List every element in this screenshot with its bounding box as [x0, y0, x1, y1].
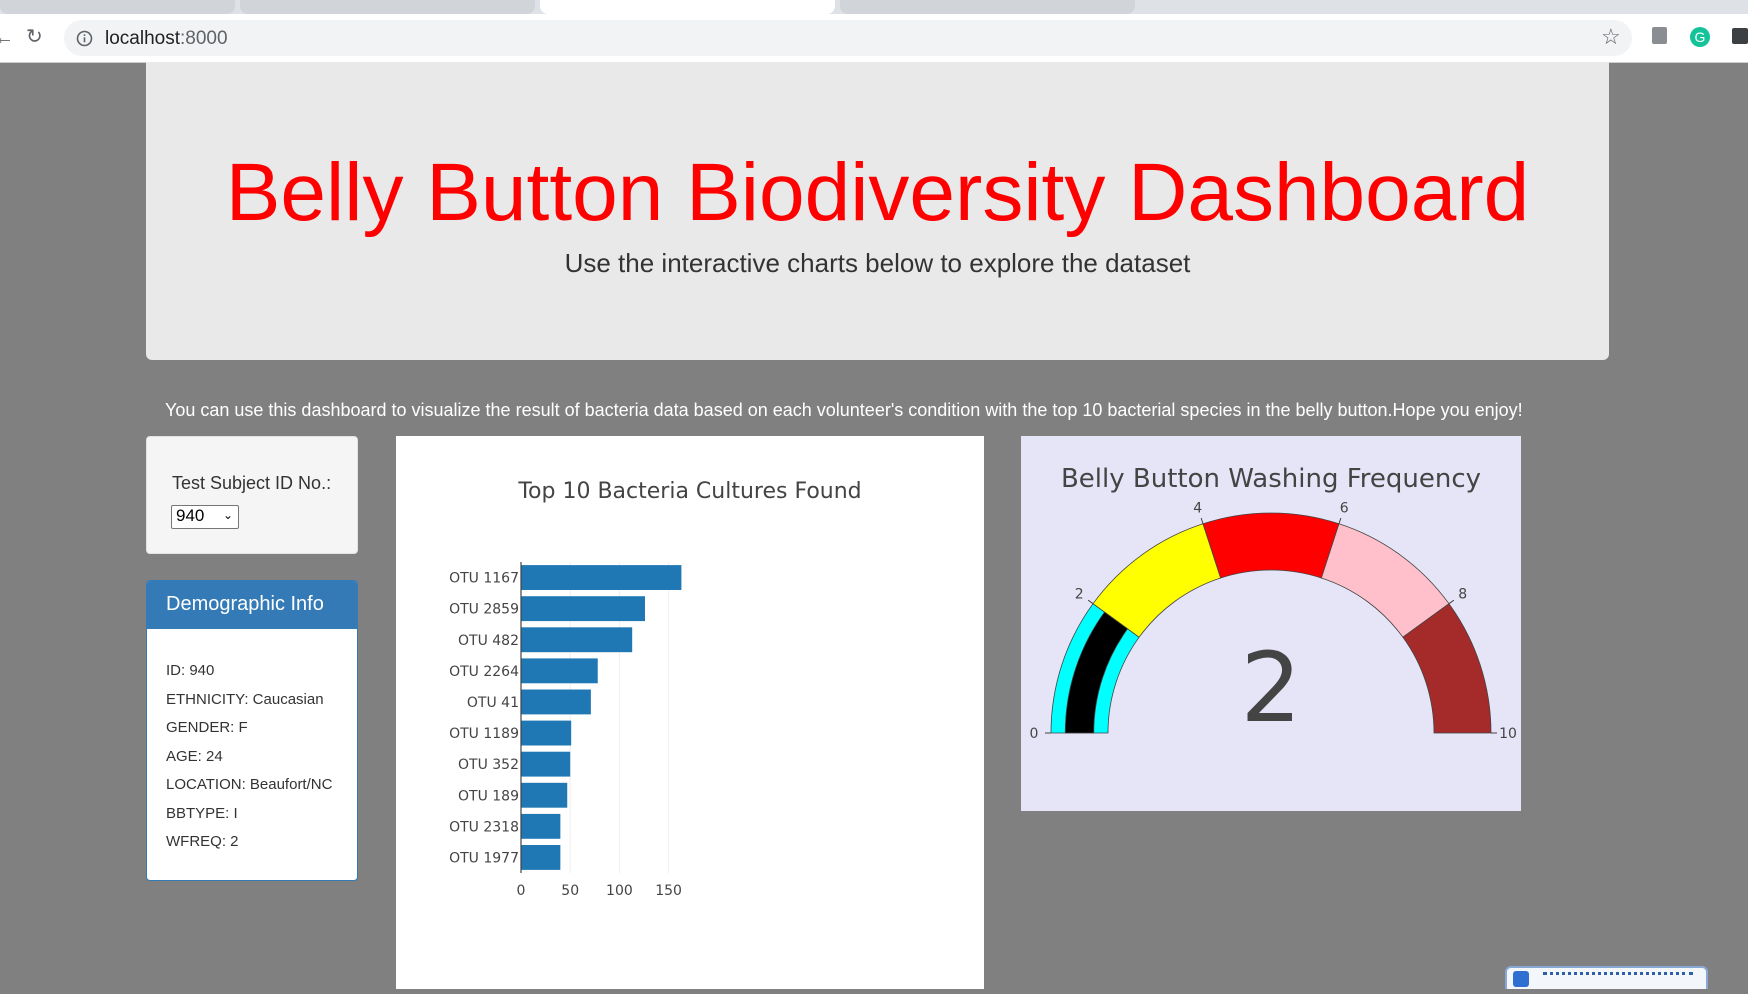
bar[interactable]	[521, 720, 572, 746]
subject-id-select[interactable]: 940 ⌄	[171, 505, 239, 529]
ime-search-icon[interactable]	[1513, 971, 1529, 987]
demographic-item: AGE: 24	[166, 747, 223, 765]
bar[interactable]	[521, 627, 633, 653]
gauge-chart-title: Belly Button Washing Frequency	[1061, 464, 1481, 494]
bar[interactable]	[521, 813, 561, 839]
browser-tab[interactable]	[0, 0, 235, 14]
browser-tab[interactable]	[840, 0, 1135, 14]
page-subtitle: Use the interactive charts below to expl…	[564, 248, 1191, 278]
y-tick-label: OTU 482	[458, 633, 519, 649]
address-bar[interactable]: localhost:8000 ☆	[64, 20, 1632, 56]
y-tick-label: OTU 41	[467, 695, 519, 711]
bar-chart-title: Top 10 Bacteria Cultures Found	[517, 479, 861, 504]
demographic-body: ID: 940 ETHNICITY: Caucasian GENDER: F A…	[147, 629, 357, 857]
x-tick-label: 50	[561, 883, 579, 899]
puzzle-extensions-icon[interactable]	[1732, 28, 1748, 44]
tab-strip	[0, 0, 1748, 14]
gauge-tick-label: 6	[1340, 501, 1349, 517]
x-tick-label: 0	[517, 883, 526, 899]
chevron-down-icon: ⌄	[222, 508, 233, 522]
gauge-tick-label: 2	[1075, 587, 1084, 603]
subject-id-label: Test Subject ID No.:	[172, 473, 332, 493]
back-icon[interactable]: ←	[0, 28, 14, 48]
y-tick-label: OTU 1977	[449, 850, 519, 866]
bookmark-star-icon[interactable]: ☆	[1601, 26, 1621, 48]
demographic-heading: Demographic Info	[147, 581, 357, 629]
subject-selector-well: Test Subject ID No.: 940 ⌄	[146, 436, 358, 554]
grammarly-icon[interactable]: G	[1690, 27, 1710, 47]
y-tick-label: OTU 352	[458, 757, 519, 773]
gauge-tick-label: 10	[1499, 726, 1517, 742]
page-title: Belly Button Biodiversity Dashboard	[225, 147, 1530, 238]
bar[interactable]	[521, 751, 571, 777]
info-icon[interactable]	[76, 30, 93, 47]
browser-tab-active[interactable]	[540, 0, 835, 14]
bar[interactable]	[521, 658, 598, 684]
y-tick-label: OTU 1189	[449, 726, 519, 742]
y-tick-label: OTU 2264	[449, 664, 519, 680]
y-tick-label: OTU 189	[458, 788, 519, 804]
extension-icon[interactable]	[1652, 27, 1667, 44]
url-text[interactable]: localhost:8000	[105, 28, 228, 50]
gauge-tick	[1200, 517, 1204, 524]
gauge-value-number: 2	[1240, 632, 1301, 744]
demographic-item: WFREQ: 2	[166, 833, 239, 850]
bar[interactable]	[521, 565, 682, 590]
bar[interactable]	[521, 782, 568, 808]
gauge-tick	[1087, 599, 1094, 605]
intro-text: You can use this dashboard to visualize …	[165, 400, 1523, 420]
y-tick-label: OTU 1167	[449, 571, 519, 587]
gauge-tick	[1448, 599, 1455, 605]
browser-toolbar: ← ↻ localhost:8000 ☆ G	[0, 14, 1748, 63]
bar-chart[interactable]: Top 10 Bacteria Cultures Found 0 50 100 150…	[396, 436, 984, 989]
demographic-panel: Demographic Info ID: 940 ETHNICITY: Cauc…	[146, 580, 358, 881]
url-port: :8000	[180, 28, 228, 49]
y-tick-label: OTU 2318	[449, 819, 519, 835]
y-tick-label: OTU 2859	[449, 602, 519, 618]
ime-toolbar[interactable]	[1505, 966, 1708, 989]
demographic-item: ETHNICITY: Caucasian	[166, 690, 324, 708]
ime-tool-icons[interactable]	[1543, 972, 1693, 989]
subject-id-selected: 940	[176, 506, 205, 525]
header-jumbotron: Belly Button Biodiversity Dashboard Use …	[146, 62, 1609, 360]
browser-tab[interactable]	[240, 0, 535, 14]
gauge-tick-label: 4	[1193, 501, 1202, 517]
demographic-item: ID: 940	[166, 662, 215, 679]
gauge-tick-label: 0	[1030, 726, 1039, 742]
demographic-item: BBTYPE: I	[166, 804, 238, 822]
bar[interactable]	[521, 596, 645, 622]
gauge-chart-panel: Belly Button Washing Frequency 0 2 4 6 8 10 2	[1021, 436, 1521, 811]
x-tick-label: 100	[606, 883, 633, 899]
gauge-tick	[1338, 517, 1342, 524]
url-host: localhost	[105, 28, 180, 49]
demographic-item: LOCATION: Beaufort/NC	[166, 776, 333, 793]
bar[interactable]	[521, 689, 591, 715]
bar-chart-panel: Top 10 Bacteria Cultures Found 0 50 100 150…	[396, 436, 984, 989]
gauge-tick-label: 8	[1458, 587, 1467, 603]
gauge-step[interactable]	[1202, 512, 1340, 579]
demographic-item: GENDER: F	[166, 719, 248, 736]
bar[interactable]	[521, 845, 561, 870]
reload-icon[interactable]: ↻	[26, 27, 43, 47]
gauge-chart[interactable]: Belly Button Washing Frequency 0 2 4 6 8 10 2	[1021, 436, 1521, 811]
x-tick-label: 150	[655, 883, 682, 899]
